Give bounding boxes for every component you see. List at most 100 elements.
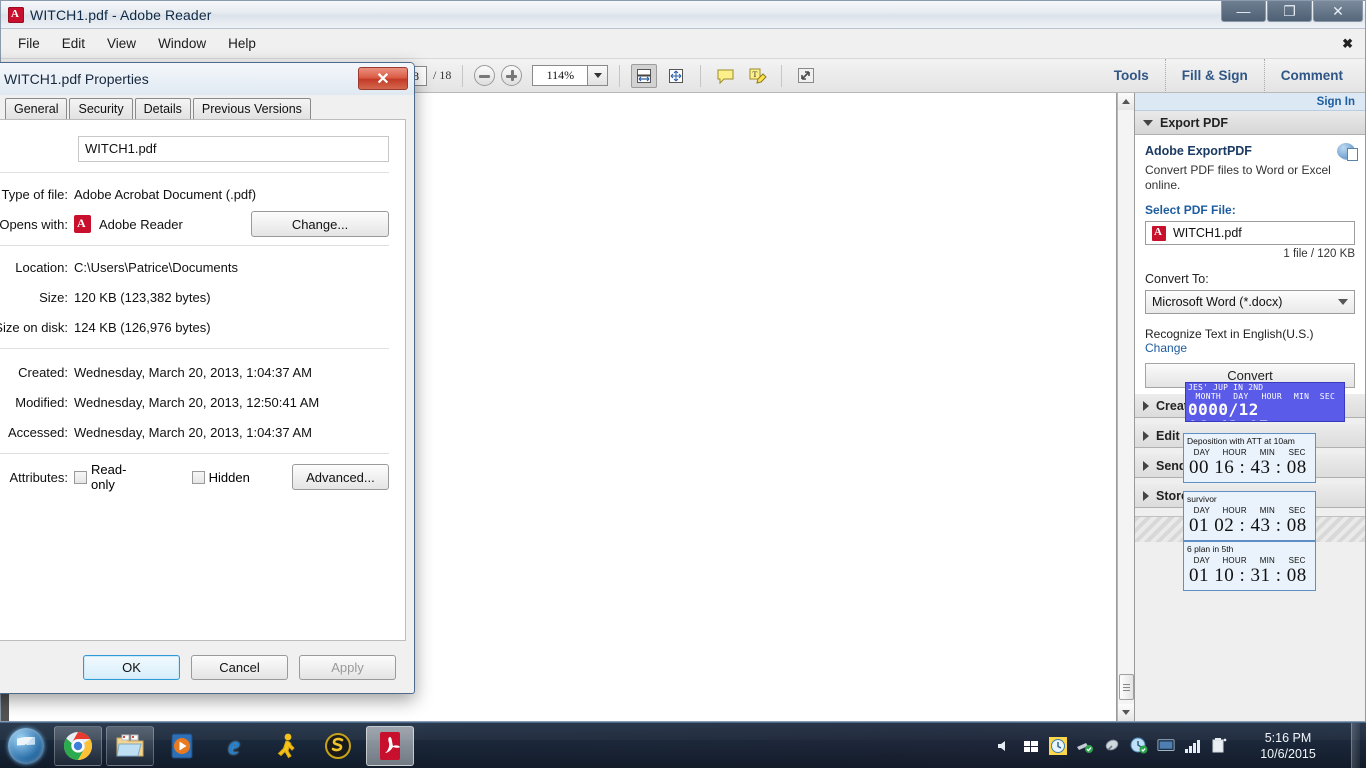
toolbar-right-tabs: Tools Fill & Sign Comment (1098, 58, 1359, 93)
menu-bar: File Edit View Window Help ✖ (1, 29, 1365, 59)
tab-security[interactable]: Security (69, 98, 133, 119)
pdf-file-icon (1152, 225, 1166, 241)
selected-file-name: WITCH1.pdf (1173, 226, 1242, 240)
hidden-checkbox-group[interactable]: Hidden (191, 469, 250, 485)
change-language-link[interactable]: Change (1145, 341, 1355, 355)
satellite-dish-icon[interactable] (1103, 737, 1121, 755)
countdown-card-survivor[interactable]: survivor DAY HOUR MIN SEC 01 02 : 43 : 0… (1183, 491, 1316, 541)
header-sec: SEC (1288, 556, 1306, 565)
tab-fill-and-sign[interactable]: Fill & Sign (1164, 58, 1264, 93)
taskbar-google-chrome[interactable] (54, 725, 102, 766)
zoom-level-input[interactable]: 114% (532, 65, 589, 86)
fit-page-button[interactable] (663, 64, 689, 88)
countdown-headers: DAY HOUR MIN SEC (1184, 555, 1315, 565)
menu-window[interactable]: Window (147, 32, 217, 55)
action-center-icon[interactable] (1130, 737, 1148, 755)
change-app-button[interactable]: Change... (251, 211, 389, 237)
convert-to-select[interactable]: Microsoft Word (*.docx) (1145, 290, 1355, 314)
file-name-input[interactable]: WITCH1.pdf (78, 136, 389, 162)
zoom-out-button[interactable] (474, 65, 496, 86)
highlight-text-icon[interactable]: T (744, 64, 770, 88)
battery-icon[interactable] (1211, 737, 1229, 755)
network-adapter-icon[interactable] (1076, 737, 1094, 755)
readonly-checkbox-group[interactable]: Read-only (74, 462, 150, 492)
windows-flag-icon[interactable] (1022, 737, 1040, 755)
taskbar-internet-explorer[interactable]: e (210, 726, 258, 766)
close-document-icon[interactable]: ✖ (1342, 36, 1353, 52)
menu-help[interactable]: Help (217, 32, 267, 55)
internet-explorer-icon: e (228, 730, 240, 760)
sign-in-link[interactable]: Sign In (1317, 96, 1355, 108)
document-vertical-scrollbar[interactable] (1117, 93, 1134, 721)
scrollbar-track[interactable] (1117, 110, 1134, 704)
toolbar-separator (619, 64, 621, 87)
menu-edit[interactable]: Edit (51, 32, 96, 55)
taskbar-clock[interactable]: 5:16 PM 10/6/2015 (1238, 730, 1342, 762)
countdown-caption: Deposition with ATT at 10am (1187, 436, 1295, 446)
header-sec: SEC (1288, 506, 1306, 515)
taskbar-sophos[interactable] (314, 726, 362, 766)
window-title: WITCH1.pdf - Adobe Reader (30, 6, 212, 23)
screenplay-line (9, 697, 724, 720)
taskbar-windows-media-player[interactable] (158, 726, 206, 766)
clock-alarm-icon[interactable] (1049, 736, 1067, 755)
zoom-dropdown-button[interactable] (588, 65, 609, 86)
close-button[interactable]: ✕ (1313, 1, 1363, 22)
taskbar-windows-explorer[interactable] (106, 725, 154, 766)
selected-file-box[interactable]: WITCH1.pdf (1145, 221, 1355, 245)
section-edit-label: Edit (1156, 428, 1180, 443)
restore-button[interactable]: ❐ (1267, 1, 1312, 22)
triangle-down-icon (1143, 119, 1153, 126)
tab-comment[interactable]: Comment (1263, 58, 1359, 93)
ok-button[interactable]: OK (83, 654, 180, 680)
header-sec: SEC (1319, 392, 1336, 401)
tab-details[interactable]: Details (134, 98, 191, 119)
file-name-row: WITCH1.pdf (0, 132, 389, 172)
divider (0, 453, 389, 454)
dialog-tabs: General Security Details Previous Versio… (0, 95, 414, 119)
readonly-label: Read-only (91, 462, 127, 492)
countdown-value: 00 16 : 43 : 08 (1189, 457, 1307, 478)
tab-general[interactable]: General (5, 98, 68, 119)
zoom-in-button[interactable] (501, 65, 523, 86)
taskbar-aim[interactable] (262, 726, 310, 766)
header-hour: HOUR (1222, 448, 1247, 457)
page-width-button[interactable] (631, 63, 658, 88)
minimize-button[interactable]: — (1221, 1, 1266, 22)
read-mode-icon[interactable] (793, 64, 819, 88)
row-location: Location: C:\Users\Patrice\Documents (0, 252, 389, 282)
show-desktop-button[interactable] (1351, 722, 1360, 768)
cancel-button[interactable]: Cancel (191, 654, 288, 680)
taskbar-adobe-reader[interactable] (366, 725, 414, 766)
tab-tools[interactable]: Tools (1098, 59, 1165, 93)
row-attributes: Attributes: Read-only Hidden Advanced... (0, 460, 389, 494)
scrollbar-thumb[interactable] (1118, 674, 1134, 700)
advanced-button[interactable]: Advanced... (291, 464, 389, 490)
export-pdf-header[interactable]: Export PDF (1135, 111, 1365, 135)
signal-bars-icon[interactable] (1184, 737, 1202, 755)
clock-time: 5:16 PM (1264, 730, 1312, 745)
display-icon[interactable] (1157, 737, 1175, 755)
header-hour: HOUR (1222, 506, 1247, 515)
label-created: Created: (18, 364, 68, 380)
hidden-label: Hidden (208, 469, 250, 485)
volume-icon[interactable] (995, 737, 1013, 755)
apply-button: Apply (299, 654, 396, 680)
readonly-checkbox[interactable] (74, 470, 87, 484)
menu-file[interactable]: File (7, 32, 51, 55)
divider (0, 348, 389, 349)
header-min: MIN (1259, 556, 1275, 565)
sign-in-bar: Sign In (1135, 93, 1365, 111)
tab-previous-versions[interactable]: Previous Versions (192, 98, 311, 119)
sticky-note-icon[interactable] (712, 64, 738, 88)
menu-view[interactable]: View (96, 32, 147, 55)
start-button[interactable] (2, 726, 50, 766)
countdown-card-deposition[interactable]: Deposition with ATT at 10am DAY HOUR MIN… (1183, 433, 1316, 483)
countdown-widget-top[interactable]: JES' JUP IN 2ND MONTH DAY HOUR MIN SEC 0… (1185, 382, 1345, 422)
header-sec: SEC (1288, 448, 1306, 457)
hidden-checkbox[interactable] (191, 470, 205, 484)
dialog-close-button[interactable]: ✕ (358, 67, 408, 90)
scroll-up-arrow[interactable] (1117, 93, 1134, 110)
scroll-down-arrow[interactable] (1117, 704, 1134, 721)
countdown-card-6plan[interactable]: 6 plan in 5th DAY HOUR MIN SEC 01 10 : 3… (1183, 541, 1316, 591)
